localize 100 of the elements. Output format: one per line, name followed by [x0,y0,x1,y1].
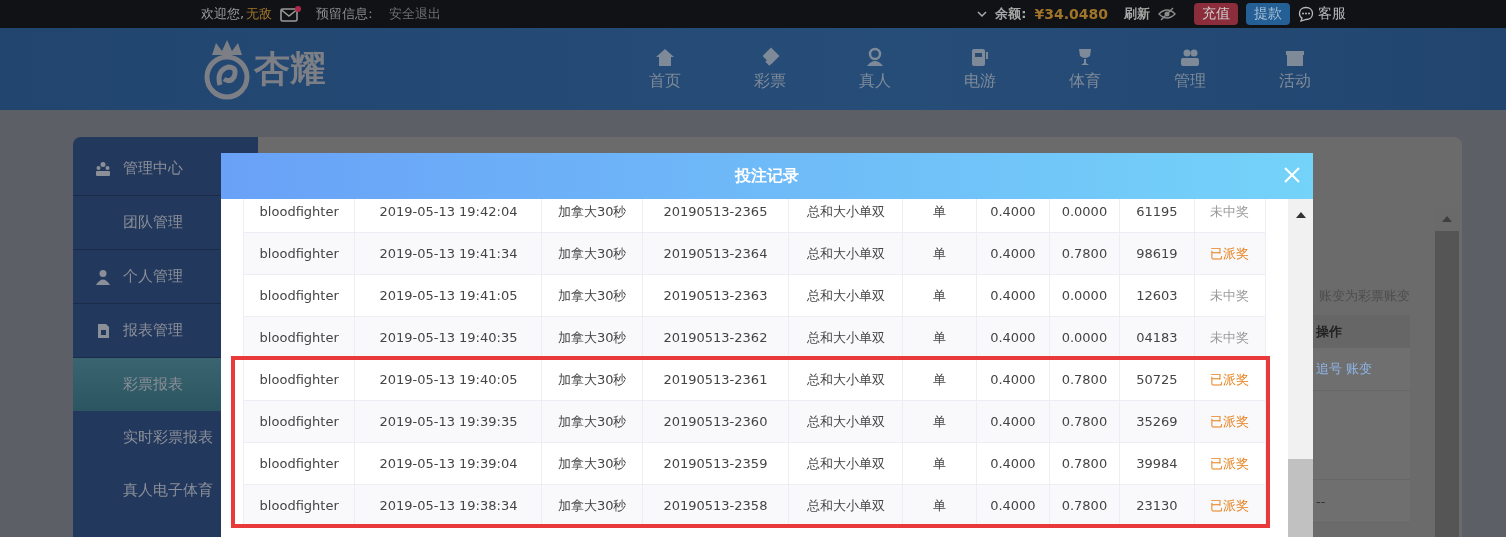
table-cell: 单 [933,455,947,471]
table-cell: 单 [933,203,947,219]
eye-slash-icon[interactable] [1158,7,1176,21]
table-cell: 50725 [1136,372,1178,387]
table-cell: 39984 [1136,456,1178,471]
deposit-button[interactable]: 充值 [1194,3,1238,25]
balance-amount: ¥34.0480 [1034,6,1108,22]
table-cell: 20190513-2363 [663,288,768,303]
table-cell: 0.7800 [1061,372,1108,387]
username: 无敌 [246,5,273,23]
table-cell: 总和大小单双 [806,287,885,303]
withdraw-button[interactable]: 提款 [1246,3,1290,25]
table-cell: bloodfighter [259,456,339,471]
table-cell: 20190513-2360 [663,414,768,429]
table-cell: 总和大小单双 [806,329,885,345]
table-cell: 单 [933,413,947,429]
table-cell: 加拿大30秒 [557,371,627,387]
document-icon [95,322,111,339]
nav-item[interactable]: 体育 [1032,46,1137,92]
table-cell: 未中奖 [1210,287,1250,303]
people-icon [95,160,111,177]
mail-icon[interactable] [280,6,303,22]
nav-item[interactable]: 真人 [822,46,927,92]
table-cell: 2019-05-13 19:39:35 [379,414,518,429]
caret-icon[interactable] [977,10,988,18]
table-cell: 0.4000 [990,204,1036,219]
table-cell: 20190513-2364 [663,246,768,261]
table-cell: 总和大小单双 [806,245,885,261]
nav-item[interactable]: 活动 [1242,46,1347,92]
table-cell: 0.4000 [990,372,1036,387]
table-cell: 未中奖 [1210,203,1250,219]
table-cell: 总和大小单双 [806,413,885,429]
table-cell: 0.7800 [1061,414,1108,429]
table-cell: 加拿大30秒 [557,245,627,261]
logo-text[interactable]: 杏耀 [254,44,326,94]
table-cell: 已派奖 [1210,497,1250,513]
table-cell: 已派奖 [1210,455,1250,471]
table-cell: 0.7800 [1061,498,1108,513]
table-cell: 单 [933,287,947,303]
table-cell: 0.7800 [1061,456,1108,471]
table-cell: 已派奖 [1210,413,1250,429]
table-cell: 2019-05-13 19:41:05 [379,288,518,303]
table-cell: 加拿大30秒 [557,497,627,513]
table-link[interactable]: 账变 [1346,360,1372,378]
refresh-link[interactable]: 刷新 [1124,5,1150,23]
table-cell: 0.4000 [990,330,1036,345]
table-cell: 2019-05-13 19:40:05 [379,372,518,387]
table-cell: 0.0000 [1061,204,1108,219]
table-cell: 20190513-2358 [663,498,768,513]
table-cell: 加拿大30秒 [557,413,627,429]
table-cell: bloodfighter [259,498,339,513]
welcome-text: 欢迎您, [201,5,245,23]
table-cell: 未中奖 [1210,329,1250,345]
table-cell: 04183 [1136,330,1178,345]
table-cell: 加拿大30秒 [557,287,627,303]
table-cell: 单 [933,497,947,513]
table-cell: 35269 [1136,414,1178,429]
dialog-scrollbar[interactable] [1288,199,1313,537]
table-cell: bloodfighter [259,288,339,303]
table-cell: 23130 [1136,498,1178,513]
scrollbar-thumb[interactable] [1288,459,1313,537]
table-cell: 0.4000 [990,246,1036,261]
close-icon[interactable] [1283,166,1301,184]
table-cell: 总和大小单双 [806,371,885,387]
nav-item[interactable]: 彩票 [717,46,822,92]
table-cell: bloodfighter [259,414,339,429]
nav-item[interactable]: 首页 [612,46,717,92]
nav-item[interactable]: 管理 [1137,46,1242,92]
person-icon [95,268,111,285]
table-cell: 0.7800 [1061,246,1108,261]
table-cell: 已派奖 [1210,245,1250,261]
table-cell: 单 [933,329,947,345]
reserved-info-label: 预留信息: [316,5,373,23]
table-cell: bloodfighter [259,204,339,219]
support-link[interactable]: 客服 [1318,5,1346,23]
table-cell: 0.4000 [990,456,1036,471]
table-cell: 20190513-2359 [663,456,768,471]
table-cell: 0.4000 [990,414,1036,429]
table-cell: 0.0000 [1061,288,1108,303]
dialog-title: 投注记录 [735,165,799,187]
table-cell: 加拿大30秒 [557,329,627,345]
table-cell: 2019-05-13 19:38:34 [379,498,518,513]
table-cell: 2019-05-13 19:39:04 [379,456,518,471]
table-cell: bloodfighter [259,372,339,387]
table-cell: 0.4000 [990,288,1036,303]
scroll-up-arrow-icon[interactable] [1294,211,1307,219]
table-cell: 2019-05-13 19:42:04 [379,204,518,219]
table-link[interactable]: 追号 [1316,360,1342,378]
table-cell: -- [1316,493,1326,509]
table-cell: 2019-05-13 19:40:35 [379,330,518,345]
chat-icon[interactable] [1298,6,1314,22]
table-cell: 0.4000 [990,498,1036,513]
table-cell: 61195 [1136,204,1178,219]
logout-link[interactable]: 安全退出 [388,5,441,23]
table-cell: 单 [933,371,947,387]
nav-item[interactable]: 电游 [927,46,1032,92]
balance-label: 余额: [995,5,1027,23]
table-cell: bloodfighter [259,330,339,345]
table-cell: 总和大小单双 [806,203,885,219]
table-cell: 总和大小单双 [806,497,885,513]
